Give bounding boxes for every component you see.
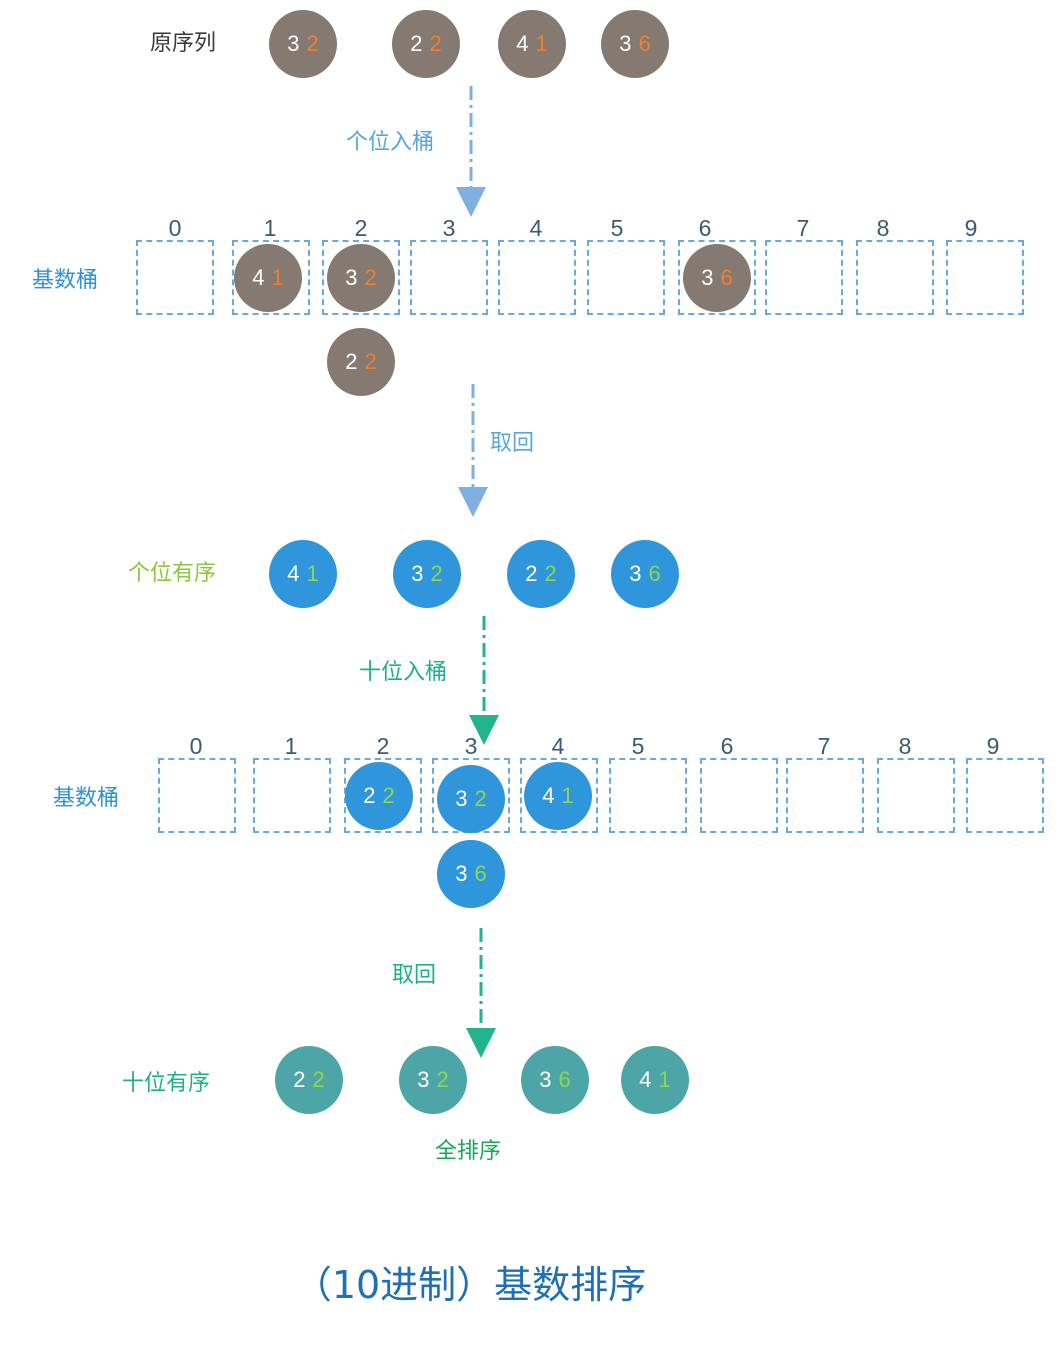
bucket-index: 3 <box>442 215 456 241</box>
number-circle: 32 <box>399 1046 467 1114</box>
number-circle: 41 <box>269 540 337 608</box>
bucket-index: 2 <box>376 733 390 759</box>
bucket-index: 7 <box>796 215 810 241</box>
bucket-index: 6 <box>720 733 734 759</box>
number-circle: 32 <box>269 10 337 78</box>
label-original-sequence: 原序列 <box>150 31 217 56</box>
number-circle: 36 <box>683 244 751 312</box>
label-tens-into-bucket: 十位入桶 <box>359 660 448 685</box>
bucket-box <box>700 758 778 833</box>
number-circle: 22 <box>392 10 460 78</box>
bucket-index: 7 <box>817 733 831 759</box>
number-circle: 36 <box>521 1046 589 1114</box>
number-circle: 36 <box>601 10 669 78</box>
bucket-box <box>877 758 955 833</box>
bucket-index: 4 <box>529 215 543 241</box>
bucket-box <box>609 758 687 833</box>
bucket-box <box>136 240 214 315</box>
bucket-index: 0 <box>168 215 182 241</box>
bucket-box <box>946 240 1024 315</box>
bucket-index: 1 <box>263 215 277 241</box>
number-circle: 22 <box>275 1046 343 1114</box>
bucket-index: 1 <box>284 733 298 759</box>
label-tens-sorted: 十位有序 <box>122 1071 211 1096</box>
number-circle: 32 <box>327 244 395 312</box>
number-circle: 22 <box>327 328 395 396</box>
bucket-index: 6 <box>698 215 712 241</box>
label-ones-sorted: 个位有序 <box>128 561 217 586</box>
bucket-box <box>253 758 331 833</box>
bucket-box <box>410 240 488 315</box>
bucket-box <box>765 240 843 315</box>
bucket-index: 3 <box>464 733 478 759</box>
diagram-title: （10进制）基数排序 <box>293 1263 647 1307</box>
number-circle: 41 <box>621 1046 689 1114</box>
label-take-back-2: 取回 <box>392 963 437 988</box>
label-bucket-ones: 基数桶 <box>32 268 99 293</box>
bucket-index: 5 <box>610 215 624 241</box>
bucket-index: 5 <box>631 733 645 759</box>
number-circle: 22 <box>507 540 575 608</box>
bucket-box <box>966 758 1044 833</box>
number-circle: 41 <box>234 244 302 312</box>
number-circle: 22 <box>345 762 413 830</box>
number-circle: 36 <box>437 840 505 908</box>
bucket-box <box>856 240 934 315</box>
number-circle: 41 <box>524 762 592 830</box>
bucket-index: 9 <box>964 215 978 241</box>
bucket-index: 8 <box>876 215 890 241</box>
bucket-index: 8 <box>898 733 912 759</box>
label-bucket-tens: 基数桶 <box>53 786 120 811</box>
number-circle: 41 <box>498 10 566 78</box>
bucket-box <box>498 240 576 315</box>
bucket-box <box>786 758 864 833</box>
bucket-index: 9 <box>986 733 1000 759</box>
bucket-box <box>587 240 665 315</box>
bucket-index: 4 <box>551 733 565 759</box>
number-circle: 36 <box>611 540 679 608</box>
bucket-index: 2 <box>354 215 368 241</box>
flow-arrows <box>456 86 499 1058</box>
label-ones-into-bucket: 个位入桶 <box>346 130 435 155</box>
number-circle: 32 <box>393 540 461 608</box>
label-fully-sorted: 全排序 <box>435 1139 502 1164</box>
number-circle: 32 <box>437 765 505 833</box>
bucket-index: 0 <box>189 733 203 759</box>
label-take-back-1: 取回 <box>490 431 535 456</box>
bucket-box <box>158 758 236 833</box>
